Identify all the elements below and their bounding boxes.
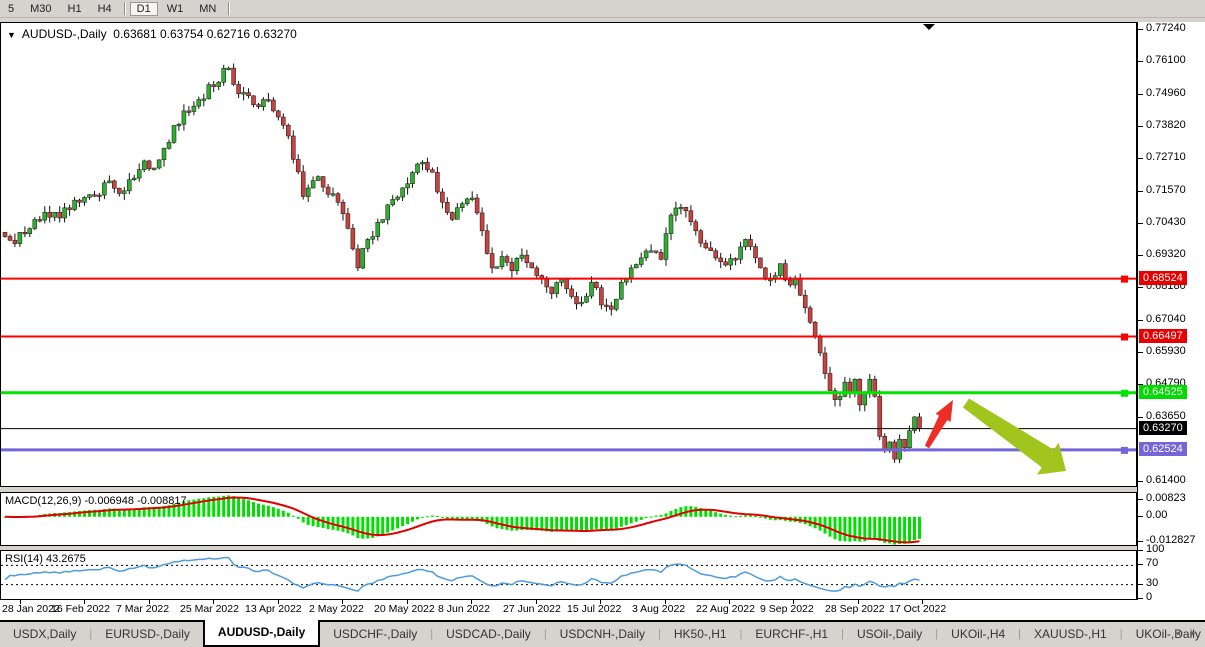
date-axis[interactable]: 28 Jan 2022 16 Feb 2022 7 Mar 2022 25 Mar 2…	[0, 600, 1205, 620]
mt4-chart-window: 5 M30 H1 H4 D1 W1 MN ▼ AUDUSD-,Daily 0.63681 0.…	[0, 0, 1205, 647]
axis-tick	[1138, 223, 1143, 225]
axis-tick	[1138, 598, 1143, 599]
axis-tick	[1138, 583, 1143, 585]
price-axis[interactable]: 0.77240 0.76100 0.74960 0.73820 0.72710 0.715…	[1137, 21, 1205, 603]
tab-xauusd-h1[interactable]: XAUUSD-,H1	[1021, 622, 1120, 647]
axis-tick-label: 0.70430	[1146, 216, 1186, 229]
axis-tick	[1138, 93, 1143, 95]
axis-tick-label: 0.74960	[1146, 86, 1186, 99]
date-label: 7 Mar 2022	[116, 603, 170, 615]
tab-eurusd-daily[interactable]: EURUSD-,Daily	[92, 622, 203, 647]
macd-values: -0.006948 -0.008817	[84, 495, 187, 507]
axis-tick	[1138, 190, 1143, 192]
date-label: 3 Aug 2022	[632, 603, 686, 615]
axis-tick	[1138, 28, 1143, 30]
tab-scroll-arrows-icon[interactable]: ◂ ▸	[1175, 628, 1200, 639]
up-arrow	[924, 400, 953, 449]
axis-tick-label: 100	[1146, 543, 1165, 555]
tab-usdcnh-daily[interactable]: USDCNH-,Daily	[547, 622, 658, 647]
toolbar-separator	[228, 2, 230, 15]
axis-tick-label: 0.00	[1146, 508, 1168, 521]
date-label: 28 Sep 2022	[825, 603, 885, 615]
tab-usdcad-daily[interactable]: USDCAD-,Daily	[433, 622, 544, 647]
main-chart-panel[interactable]: ▼ AUDUSD-,Daily 0.63681 0.63754 0.62716 0…	[0, 22, 1137, 487]
axis-tick	[1138, 481, 1143, 482]
date-label: 25 Mar 2022	[180, 603, 239, 615]
axis-tick	[1138, 254, 1143, 256]
axis-tick-label: 0.76100	[1146, 54, 1186, 67]
axis-tick	[1138, 158, 1143, 160]
axis-tick	[1138, 416, 1143, 418]
axis-tick	[1138, 550, 1143, 551]
date-label: 9 Sep 2022	[760, 603, 814, 615]
timeframe-button-mn[interactable]: MN	[192, 2, 223, 16]
axis-tick-label: 70	[1146, 557, 1159, 570]
date-label: 20 May 2022	[374, 603, 435, 615]
tab-ukoil-h4[interactable]: UKOil-,H4	[938, 622, 1018, 647]
tab-usdx-daily[interactable]: USDX,Daily	[0, 622, 89, 647]
tab-usoil-daily[interactable]: USOil-,Daily	[844, 622, 935, 647]
toolbar-separator	[123, 2, 125, 15]
axis-tick-label: 0.73820	[1146, 119, 1186, 132]
timeframe-button-d1[interactable]: D1	[129, 1, 158, 16]
timeframe-button-m30[interactable]: M30	[23, 2, 58, 16]
date-label: 15 Jul 2022	[567, 603, 622, 615]
axis-tick	[1138, 499, 1143, 501]
rsi-label: RSI(14) 43.2675	[5, 553, 86, 565]
date-label: 8 Jun 2022	[438, 603, 490, 615]
date-label: 16 Feb 2022	[51, 603, 110, 615]
axis-tick-label: 0.00823	[1146, 492, 1186, 505]
date-label: 17 Oct 2022	[889, 603, 947, 615]
price-badge-0.68524: 0.68524	[1139, 270, 1187, 285]
date-label: 22 Aug 2022	[696, 603, 755, 615]
axis-tick	[1138, 287, 1143, 289]
axis-tick	[1138, 515, 1143, 517]
axis-tick-label: 0.61400	[1146, 474, 1186, 486]
axis-tick-label: 0.65930	[1146, 344, 1186, 357]
tab-usdchf-daily[interactable]: USDCHF-,Daily	[320, 622, 430, 647]
tab-hk50-h1[interactable]: HK50-,H1	[661, 622, 740, 647]
date-label: 2 May 2022	[309, 603, 364, 615]
axis-tick-label: 0.71570	[1146, 183, 1186, 196]
axis-tick-label: 0.77240	[1146, 21, 1186, 34]
chart-tab-bar: USDX,Daily | EURUSD-,Daily AUDUSD-,Daily USD…	[0, 620, 1205, 647]
rsi-value: 43.2675	[45, 553, 86, 565]
rsi-panel[interactable]: RSI(14) 43.2675	[0, 550, 1137, 600]
macd-label: MACD(12,26,9) -0.006948 -0.008817	[5, 495, 187, 507]
axis-tick	[1138, 61, 1143, 63]
timeframe-toolbar: 5 M30 H1 H4 D1 W1 MN	[0, 0, 1205, 18]
axis-tick-label: 0.72710	[1146, 151, 1186, 164]
timeframe-button-w1[interactable]: W1	[160, 2, 191, 16]
price-badge-0.62524: 0.62524	[1139, 441, 1187, 456]
price-badge-0.63270: 0.63270	[1139, 420, 1187, 435]
date-label: 27 Jun 2022	[503, 603, 561, 615]
axis-tick-label: 30	[1146, 576, 1159, 589]
tab-audusd-daily[interactable]: AUDUSD-,Daily	[202, 620, 321, 647]
tab-eurchf-h1[interactable]: EURCHF-,H1	[742, 622, 841, 647]
axis-tick	[1138, 126, 1143, 128]
axis-tick-label: 0.67040	[1146, 313, 1186, 325]
date-label: 13 Apr 2022	[245, 603, 302, 615]
price-badge-0.66497: 0.66497	[1139, 328, 1187, 343]
axis-tick	[1138, 351, 1143, 353]
timeframe-button-h1[interactable]: H1	[61, 2, 89, 16]
timeframe-button-5[interactable]: 5	[1, 2, 21, 16]
down-arrow	[963, 398, 1066, 475]
macd-panel[interactable]: MACD(12,26,9) -0.006948 -0.008817	[0, 492, 1137, 546]
axis-tick	[1138, 320, 1143, 321]
axis-tick-label: 0.69320	[1146, 247, 1186, 260]
timeframe-button-h4[interactable]: H4	[91, 2, 119, 16]
axis-tick	[1138, 541, 1143, 543]
axis-tick	[1138, 564, 1143, 566]
price-badge-0.64525: 0.64525	[1139, 384, 1187, 399]
